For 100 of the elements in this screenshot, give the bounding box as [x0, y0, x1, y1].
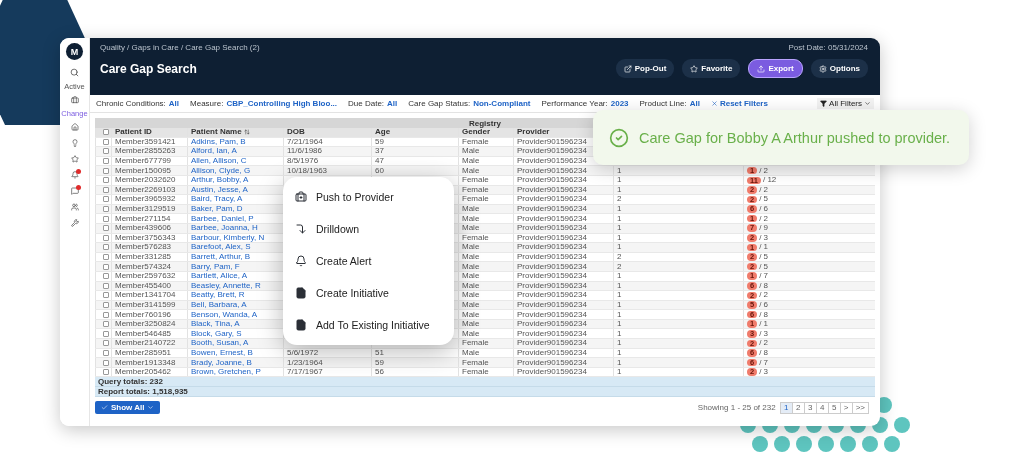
show-all-button[interactable]: Show All	[95, 401, 161, 415]
post-date: Post Date: 05/31/2024	[788, 43, 868, 52]
total-count: / 6	[759, 301, 769, 309]
filter-item[interactable]: Measure: CBP_Controlling High Bloo...	[190, 99, 338, 108]
toast-message: Care Gap for Bobby A Arthur pushed to provider.	[639, 129, 951, 146]
patient-name-link[interactable]: Brown, Gretchen, P	[187, 367, 283, 377]
column-header[interactable]: Patient Name	[187, 128, 283, 137]
last-page-button[interactable]: >>	[851, 401, 869, 414]
header-button[interactable]: Pop-Out	[615, 59, 675, 78]
table-cell: 1	[613, 281, 743, 291]
table-cell: Member3250824	[111, 319, 187, 329]
checkbox[interactable]	[103, 186, 109, 193]
checkbox[interactable]	[103, 273, 109, 280]
header-button[interactable]: Options	[810, 59, 868, 78]
lightbulb-icon[interactable]	[70, 139, 79, 147]
menu-item[interactable]: Create Initiative	[295, 287, 454, 299]
table-cell: Provider901596234	[513, 166, 613, 175]
checkbox[interactable]	[103, 196, 109, 203]
checkbox[interactable]	[103, 282, 109, 289]
settings-icon	[818, 64, 827, 73]
patient-name-link[interactable]: Bowen, Ernest, B	[187, 348, 283, 358]
table-cell: 1	[613, 166, 743, 175]
checkbox[interactable]	[103, 330, 109, 337]
filter-item[interactable]: Product Line: All	[639, 99, 700, 108]
table-cell: Provider901596234	[513, 281, 613, 291]
filter-item[interactable]: Performance Year: 2023	[541, 99, 629, 108]
all-filters-button[interactable]: All Filters	[817, 98, 874, 109]
column-header[interactable]: DOB	[283, 128, 371, 137]
checkbox[interactable]	[103, 177, 109, 184]
table-cell: Provider901596234	[513, 175, 613, 185]
menu-item[interactable]: Add To Existing Initiative	[295, 319, 454, 331]
wrench-icon[interactable]	[70, 219, 79, 227]
bell-icon[interactable]	[70, 171, 79, 179]
total-count: / 6	[759, 205, 769, 214]
checkbox[interactable]	[103, 215, 109, 222]
checkbox[interactable]	[103, 349, 109, 356]
patient-name-link[interactable]: Brady, Joanne, B	[187, 358, 283, 367]
page-button[interactable]: 1	[779, 401, 793, 414]
checkbox[interactable]	[103, 158, 109, 165]
checkbox[interactable]	[103, 129, 109, 136]
total-count: / 5	[759, 253, 769, 261]
search-icon[interactable]	[70, 68, 79, 77]
sort-icon[interactable]	[243, 129, 250, 136]
checkbox[interactable]	[103, 244, 109, 251]
checkbox[interactable]	[103, 340, 109, 347]
home-icon[interactable]	[70, 123, 79, 131]
table-cell: Member2140722	[111, 339, 187, 348]
checkbox[interactable]	[103, 311, 109, 318]
star-icon[interactable]	[70, 155, 79, 163]
file-icon	[295, 319, 307, 331]
table-cell: Member331285	[111, 252, 187, 262]
table-cell: Provider901596234	[513, 252, 613, 262]
patient-name-link[interactable]: Booth, Susan, A	[187, 339, 283, 348]
table-cell: Member2032620	[111, 175, 187, 185]
table-cell: Provider901596234	[513, 291, 613, 300]
checkbox[interactable]	[103, 234, 109, 241]
table-cell: 59	[371, 137, 458, 147]
checkbox[interactable]	[103, 321, 109, 328]
totals-row: Query totals: 232	[95, 377, 875, 388]
table-cell: Provider901596234	[513, 243, 613, 252]
column-header[interactable]: Patient ID	[111, 128, 187, 137]
checkbox[interactable]	[103, 225, 109, 232]
checkbox[interactable]	[103, 206, 109, 213]
checkbox[interactable]	[103, 359, 109, 366]
filter-item[interactable]: Due Date: All	[348, 99, 398, 108]
checkbox[interactable]	[103, 148, 109, 155]
column-header[interactable]: Gender	[458, 128, 513, 137]
table-cell: Member760196	[111, 310, 187, 319]
checkbox[interactable]	[103, 292, 109, 299]
header-button[interactable]: Favorite	[682, 59, 741, 78]
checkbox[interactable]	[103, 369, 109, 376]
patient-name-link[interactable]: Adkins, Pam, B	[187, 137, 283, 147]
patient-name-link[interactable]: Alford, Ian, A	[187, 147, 283, 156]
checkbox[interactable]	[103, 302, 109, 308]
checkbox[interactable]	[103, 138, 109, 145]
table-cell: 10/18/1963	[283, 166, 371, 175]
filter-item[interactable]: Care Gap Status: Non-Compliant	[408, 99, 531, 108]
patient-name-link[interactable]: Allison, Clyde, G	[187, 166, 283, 175]
menu-item[interactable]: Drilldown	[295, 223, 454, 235]
checkbox[interactable]	[103, 254, 109, 260]
checkbox[interactable]	[103, 167, 109, 174]
column-header[interactable]: Age	[371, 128, 458, 137]
briefcase-icon[interactable]	[70, 96, 79, 104]
table-cell: Provider901596234	[513, 319, 613, 329]
checkbox[interactable]	[103, 263, 109, 270]
header-button[interactable]: Export	[748, 59, 803, 78]
menu-item[interactable]: Push to Provider	[295, 191, 454, 203]
reset-filters-link[interactable]: Reset Filters	[710, 99, 768, 108]
people-icon[interactable]	[70, 203, 79, 211]
arrow-down-icon	[295, 223, 307, 235]
filter-item[interactable]: Chronic Conditions: All	[96, 99, 180, 108]
table-cell: Male	[458, 166, 513, 175]
menu-item[interactable]: Create Alert	[295, 255, 454, 267]
chat-icon[interactable]	[70, 187, 79, 195]
table-cell: Female	[458, 233, 513, 243]
patient-name-link[interactable]: Allen, Allison, C	[187, 156, 283, 166]
table-cell: Provider901596234	[513, 310, 613, 319]
totals-row: Report totals: 1,518,935	[95, 387, 875, 398]
table-cell: Member2269103	[111, 185, 187, 195]
patient-name-link[interactable]: Arthur, Bobby, A	[187, 175, 283, 185]
